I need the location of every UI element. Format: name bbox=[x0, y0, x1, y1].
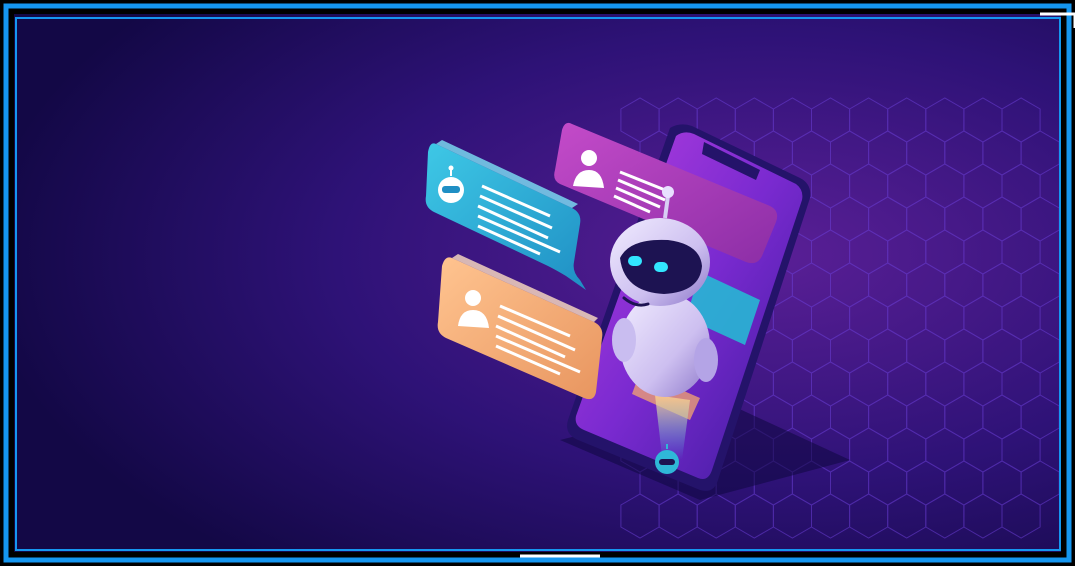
chatbot-illustration bbox=[0, 0, 1075, 566]
chatbot-scene-svg bbox=[0, 0, 1075, 566]
background-panel bbox=[14, 14, 1061, 552]
robot-right-arm bbox=[694, 338, 718, 382]
robot-right-eye bbox=[654, 262, 668, 272]
robot-antenna-tip bbox=[662, 186, 674, 198]
robot-left-arm bbox=[612, 318, 636, 362]
robot-left-eye bbox=[628, 256, 642, 266]
